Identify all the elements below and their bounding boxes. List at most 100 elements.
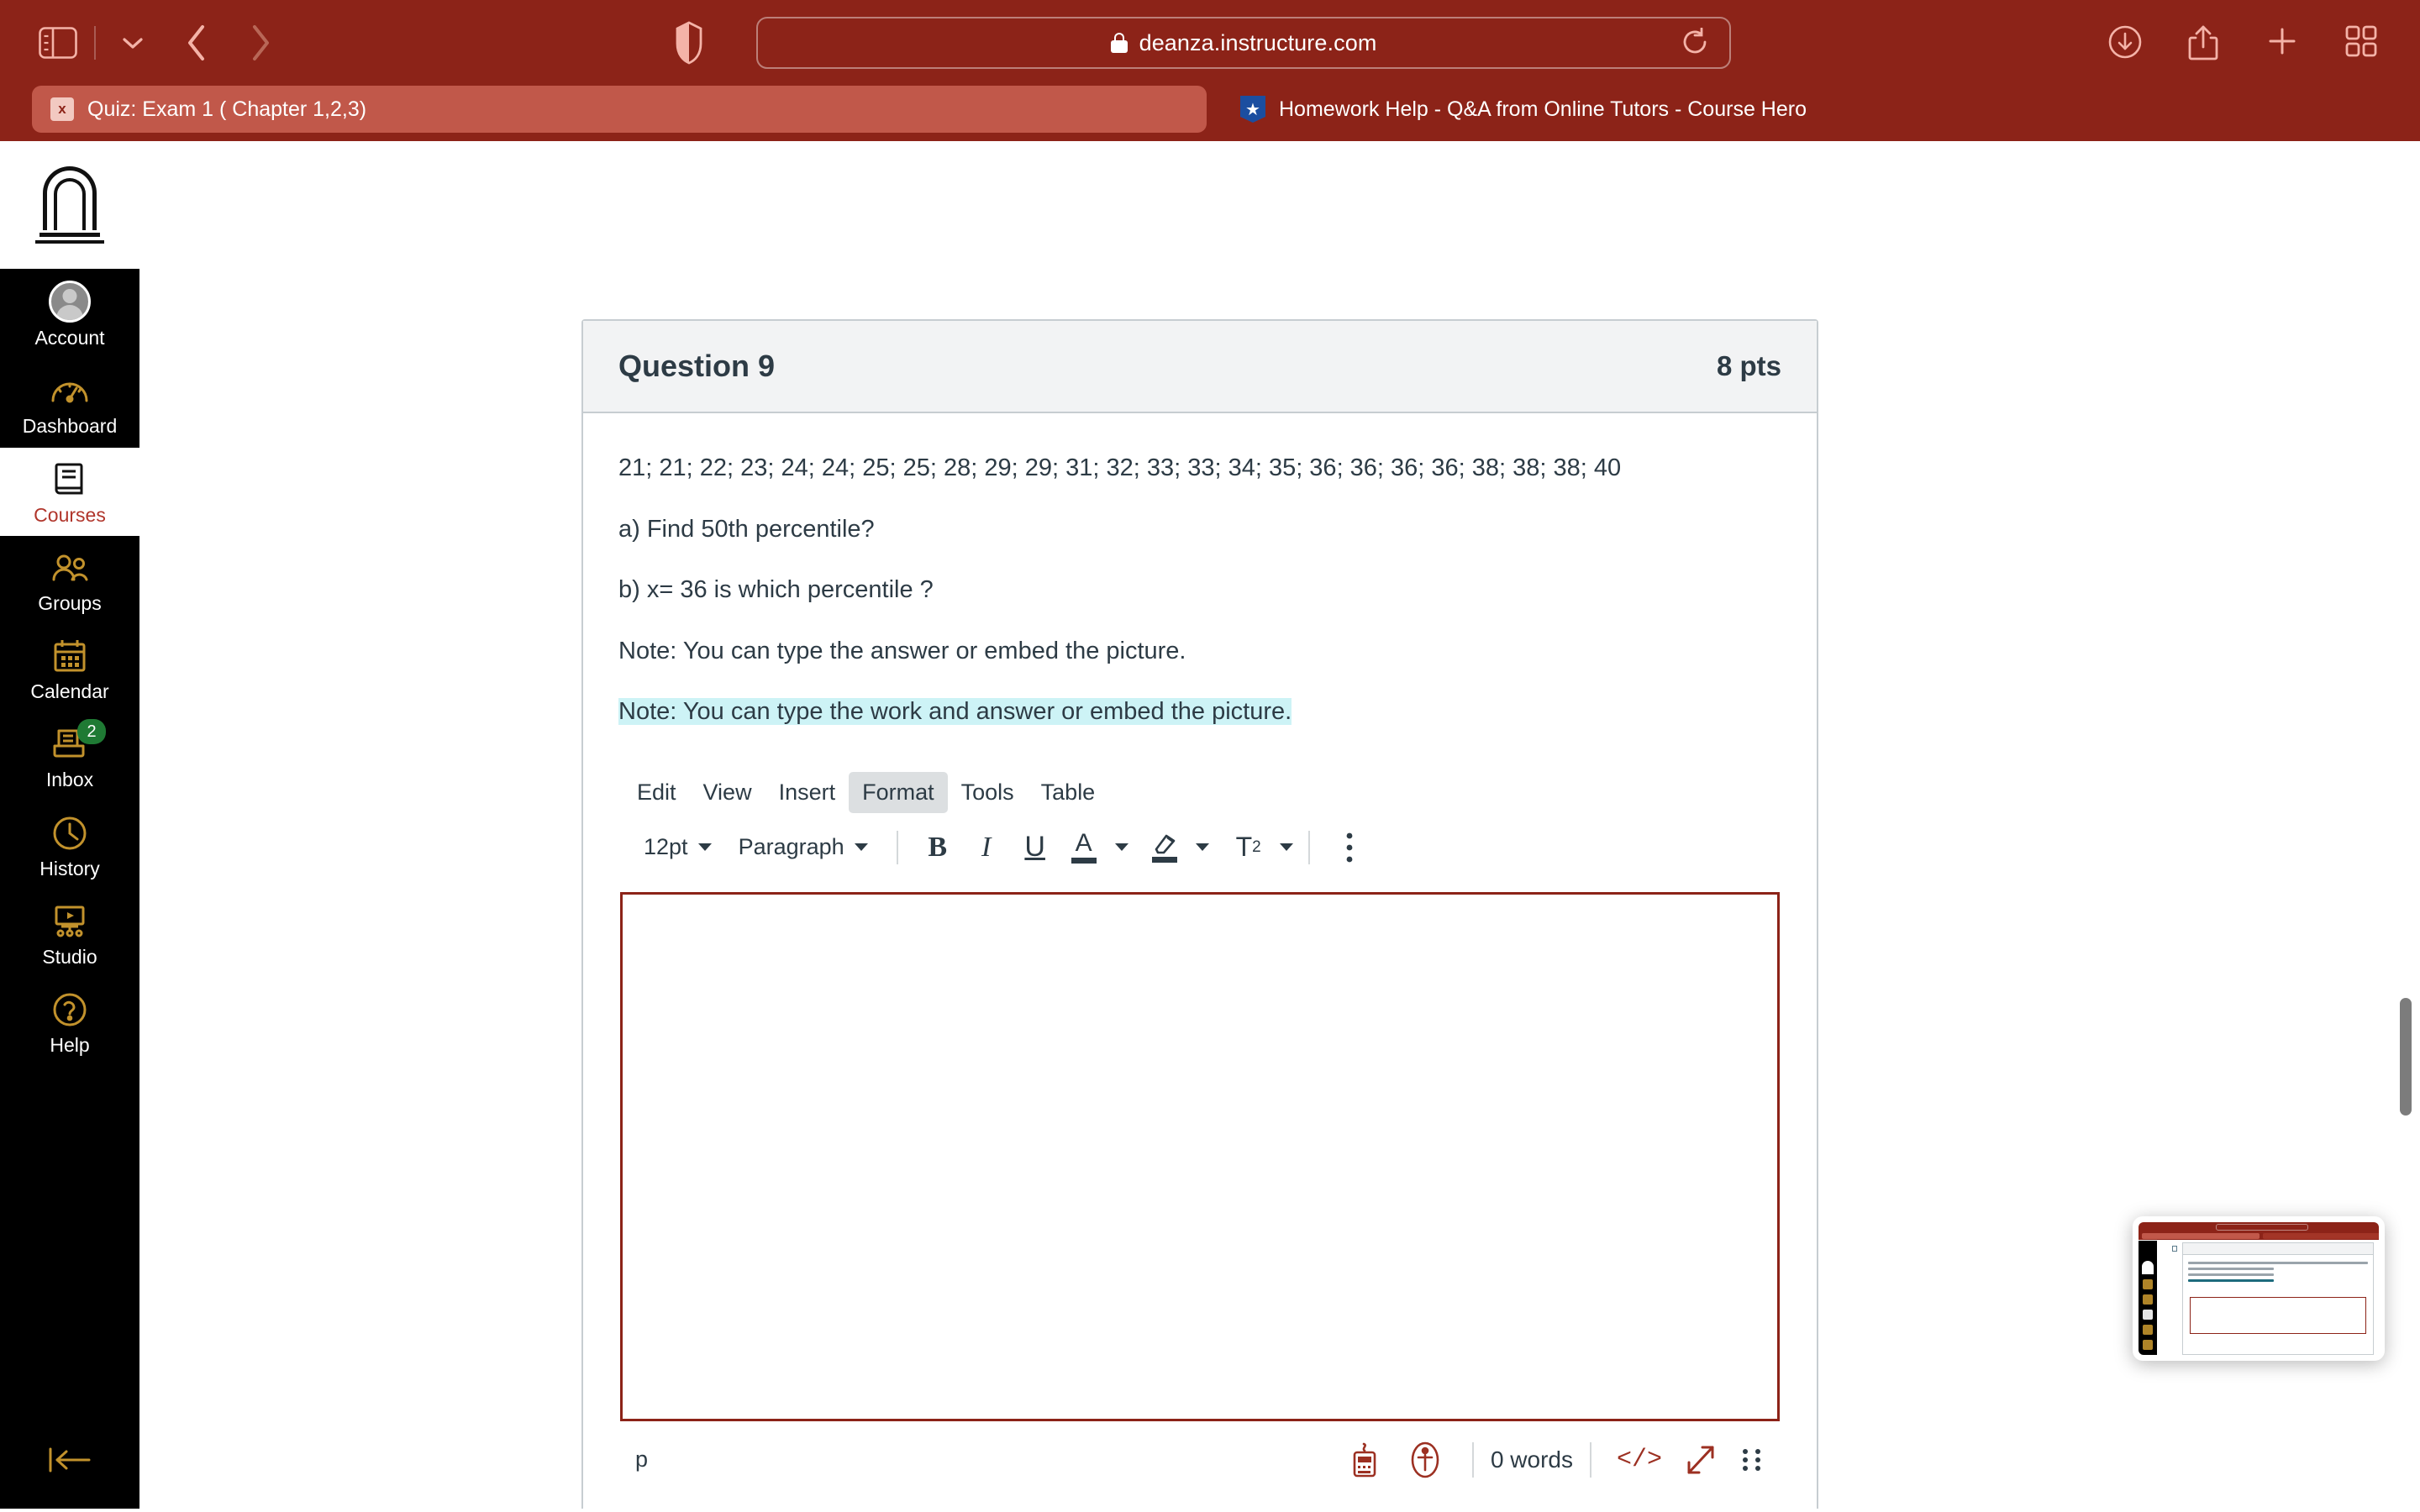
tab-preview-tab1: [2142, 1233, 2260, 1239]
highlighter-icon[interactable]: [1140, 824, 1189, 871]
editor-statusbar: p 0 words </>: [618, 1421, 1781, 1499]
text-color-icon[interactable]: A: [1060, 824, 1108, 871]
highlight-color-control[interactable]: [1140, 824, 1209, 871]
sidebar-item-dashboard[interactable]: Dashboard: [0, 359, 139, 447]
sidebar-item-label: Dashboard: [22, 415, 118, 438]
menu-edit[interactable]: Edit: [623, 772, 690, 813]
sidebar-item-history[interactable]: History: [0, 801, 139, 890]
lock-icon: [1110, 33, 1128, 53]
superscript-control[interactable]: T 2: [1224, 824, 1293, 871]
question-note-highlighted: Note: You can type the work and answer o…: [618, 698, 1292, 725]
superscript-letter: T: [1235, 832, 1253, 862]
sidebar-item-label: Groups: [38, 591, 102, 614]
back-button[interactable]: [170, 19, 224, 66]
tab-preview-card-header: [2183, 1243, 2373, 1255]
font-size-value: 12pt: [644, 834, 688, 859]
word-count: 0 words: [1490, 1446, 1573, 1473]
address-bar[interactable]: deanza.instructure.com: [756, 17, 1731, 69]
tab-preview-sidebar: [2139, 1241, 2157, 1355]
sidebar-item-inbox[interactable]: 2 Inbox: [0, 712, 139, 801]
tab-preview-navitem: [2143, 1279, 2153, 1289]
question-part-a: a) Find 50th percentile?: [618, 515, 875, 543]
resize-diagonal-icon[interactable]: [1677, 1436, 1724, 1483]
question-header: Question 9 8 pts: [583, 321, 1817, 413]
tab-preview-navitem: [2143, 1310, 2153, 1320]
avatar-icon: [49, 281, 91, 323]
status-divider: [1471, 1441, 1474, 1478]
menu-table[interactable]: Table: [1028, 772, 1109, 813]
rich-content-editor: Edit View Insert Format Tools Table 12pt: [618, 769, 1781, 1499]
chevron-down-icon: [697, 843, 712, 851]
menu-format[interactable]: Format: [849, 772, 948, 813]
text-color-letter: A: [1075, 829, 1092, 857]
status-divider: [1589, 1441, 1591, 1478]
sidebar-item-courses[interactable]: Courses: [0, 447, 139, 536]
keyboard-shortcut-icon[interactable]: [1341, 1436, 1388, 1483]
sidebar-item-label: Inbox: [45, 769, 94, 791]
editor-menubar: Edit View Insert Format Tools Table: [618, 769, 1781, 816]
page-title: Question 9: [618, 349, 776, 383]
de-anza-arch-logo[interactable]: [0, 141, 139, 269]
text-color-control[interactable]: A: [1060, 824, 1128, 871]
sidebar-item-label: History: [39, 857, 100, 879]
toolbar-divider: [896, 830, 898, 864]
italic-button[interactable]: I: [962, 824, 1011, 871]
share-icon[interactable]: [2186, 24, 2223, 61]
question-body: 21; 21; 22; 23; 24; 24; 25; 25; 28; 29; …: [583, 413, 1817, 1509]
gauge-icon: [50, 370, 90, 411]
block-format-select[interactable]: Paragraph: [725, 829, 881, 865]
sidebar-item-account[interactable]: Account: [0, 269, 139, 359]
book-icon: [50, 459, 90, 500]
tab-preview-line: [2188, 1262, 2368, 1264]
page-scrollbar[interactable]: [2400, 998, 2412, 1116]
sidebar-item-help[interactable]: Help: [0, 978, 139, 1066]
page-body: Account Dashboard Courses Groups Calenda…: [0, 141, 2420, 1509]
block-format-value: Paragraph: [738, 834, 844, 859]
sidebar-dropdown-icon[interactable]: [114, 24, 151, 61]
tab-preview-line: [2188, 1273, 2274, 1276]
accessibility-checker-icon[interactable]: [1402, 1436, 1449, 1483]
safari-tab-preview-thumbnail[interactable]: [2133, 1216, 2385, 1361]
canvas-global-nav: Account Dashboard Courses Groups Calenda…: [0, 141, 139, 1509]
sidebar-item-groups[interactable]: Groups: [0, 536, 139, 624]
tab-preview-navitem: [2143, 1325, 2153, 1335]
browser-tab-coursehero[interactable]: ★ Homework Help - Q&A from Online Tutors…: [1222, 86, 2396, 133]
editor-toolbar: 12pt Paragraph B I U A T 2: [618, 816, 1781, 879]
downloads-icon[interactable]: [2107, 24, 2144, 61]
font-size-select[interactable]: 12pt: [630, 829, 725, 865]
html-editor-button[interactable]: </>: [1608, 1446, 1670, 1474]
privacy-shield-icon[interactable]: [664, 19, 714, 66]
tab-overview-icon[interactable]: [2344, 24, 2381, 61]
tab-strip: x Quiz: Exam 1 ( Chapter 1,2,3) ★ Homewo…: [0, 86, 2420, 141]
sidebar-toggle-icon[interactable]: [32, 21, 84, 65]
browser-chrome: deanza.instructure.com x Quiz: Exam 1 (…: [0, 0, 2420, 141]
question-card: Question 9 8 pts 21; 21; 22; 23; 24; 24;…: [581, 319, 1818, 1509]
text-color-swatch: [1071, 858, 1097, 864]
bold-button[interactable]: B: [913, 824, 962, 871]
reload-icon[interactable]: [1681, 27, 1711, 58]
answer-textarea[interactable]: [620, 891, 1780, 1421]
toolbar-divider: [1307, 830, 1310, 864]
question-data-line: 21; 21; 22; 23; 24; 24; 25; 25; 28; 29; …: [618, 454, 1622, 481]
browser-tab-quiz[interactable]: x Quiz: Exam 1 ( Chapter 1,2,3): [32, 86, 1207, 133]
menu-view[interactable]: View: [690, 772, 765, 813]
sidebar-item-studio[interactable]: Studio: [0, 890, 139, 978]
kebab-more-icon[interactable]: [1325, 824, 1374, 871]
status-right-group: 0 words </>: [1334, 1436, 1765, 1483]
question-points: 8 pts: [1716, 350, 1781, 381]
new-tab-icon[interactable]: [2265, 24, 2302, 61]
menu-tools[interactable]: Tools: [948, 772, 1028, 813]
chevron-down-icon: [854, 843, 868, 851]
menu-insert[interactable]: Insert: [765, 772, 850, 813]
collapse-nav-icon[interactable]: [0, 1445, 139, 1475]
url-display: deanza.instructure.com: [1110, 29, 1377, 56]
url-text: deanza.instructure.com: [1139, 29, 1377, 55]
drag-handle-icon[interactable]: [1743, 1442, 1765, 1478]
tab-label: Homework Help - Q&A from Online Tutors -…: [1279, 97, 1807, 121]
superscript-button[interactable]: T 2: [1224, 824, 1273, 871]
forward-button[interactable]: [234, 19, 287, 66]
browser-toolbar: deanza.instructure.com: [0, 0, 2420, 86]
main-content: Question 9 8 pts 21; 21; 22; 23; 24; 24;…: [139, 141, 2420, 1509]
sidebar-item-calendar[interactable]: Calendar: [0, 624, 139, 712]
underline-button[interactable]: U: [1011, 824, 1060, 871]
